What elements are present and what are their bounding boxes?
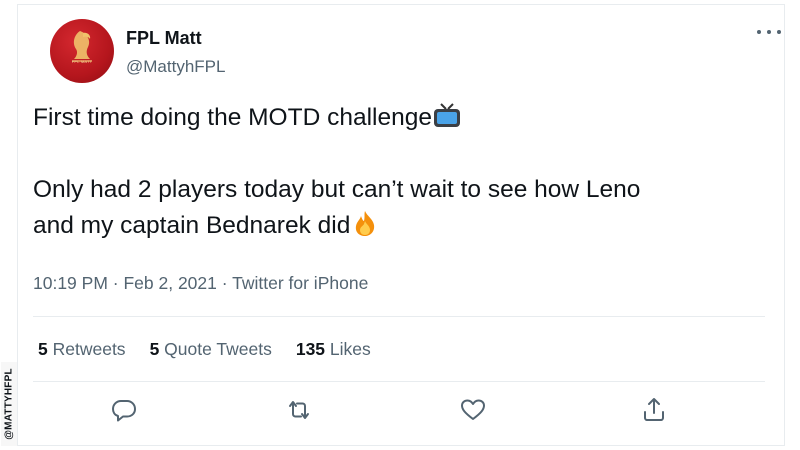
engagement-stats: 5 Retweets 5 Quote Tweets 135 Likes (38, 339, 371, 360)
retweets-count: 5 (38, 339, 48, 359)
tv-icon (433, 103, 460, 127)
quote-tweets-label: Quote Tweets (164, 339, 272, 359)
watermark-text: @MATTYHFPL (3, 368, 15, 440)
more-options-icon[interactable] (757, 22, 781, 42)
liverbird-logo (72, 31, 92, 62)
likes-count: 135 (295, 339, 326, 359)
tweet-line-1: First time doing the MOTD challenge (33, 100, 763, 136)
tweet-time[interactable]: 10:19 PM (33, 273, 108, 293)
tweet-meta: 10:19 PM · Feb 2, 2021 · Twitter for iPh… (33, 273, 368, 294)
divider (33, 316, 765, 317)
fire-icon (356, 211, 375, 236)
tweet-date[interactable]: Feb 2, 2021 (123, 273, 216, 293)
tweet-line-1-text: First time doing the MOTD challenge (33, 104, 432, 131)
retweets-label: Retweets (52, 339, 126, 359)
likes-stat[interactable]: 135 Likes (296, 339, 371, 360)
like-icon[interactable] (459, 396, 487, 424)
author-name[interactable]: FPL Matt (126, 28, 202, 49)
reply-icon[interactable] (110, 396, 138, 424)
watermark: @MATTYHFPL (1, 362, 17, 446)
tweet-line-2: Only had 2 players today but can’t wait … (33, 176, 641, 203)
author-handle[interactable]: @MattyhFPL (126, 57, 225, 77)
share-icon[interactable] (640, 396, 668, 424)
likes-label: Likes (329, 339, 371, 359)
quote-tweets-count: 5 (149, 339, 160, 359)
tweet-line-3: and my captain Bednarek did (33, 208, 763, 244)
quote-tweets-stat[interactable]: 5 Quote Tweets (150, 339, 272, 360)
tweet-text: First time doing the MOTD challenge Only… (33, 100, 763, 244)
tweet-line-3-text: and my captain Bednarek did (33, 212, 351, 239)
divider (33, 381, 765, 382)
retweets-stat[interactable]: 5 Retweets (38, 339, 126, 360)
meta-separator: · (107, 273, 124, 293)
action-bar (0, 396, 766, 426)
avatar[interactable]: FPL MATT (50, 19, 114, 83)
avatar-label: FPL MATT (71, 59, 93, 64)
screenshot-frame: FPL MATT FPL Matt @MattyhFPL First time … (0, 0, 800, 450)
retweet-icon[interactable] (285, 396, 313, 424)
tweet-source[interactable]: Twitter for iPhone (232, 273, 368, 293)
meta-separator: · (216, 273, 233, 293)
